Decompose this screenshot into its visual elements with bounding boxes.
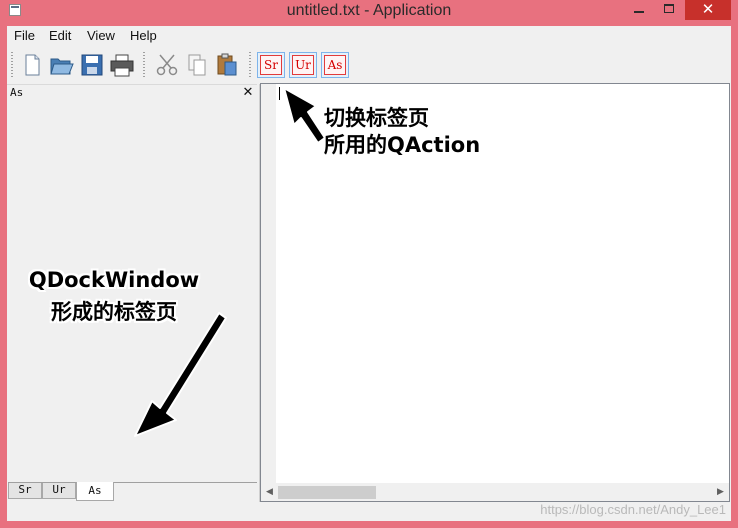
annotation-dock-line-1: QDockWindow bbox=[28, 268, 200, 292]
annotation-dock-line-2: 形成的标签页 bbox=[51, 300, 177, 324]
annotation-action-line-2: 所用的QAction bbox=[324, 133, 481, 157]
app-window: untitled.txt - Application ✕ File Edit V… bbox=[0, 0, 738, 528]
arrow-to-action bbox=[283, 87, 326, 144]
arrow-to-dock-tabs bbox=[134, 312, 227, 437]
watermark: https://blog.csdn.net/Andy_Lee1 bbox=[540, 502, 726, 517]
annotation-arrows bbox=[134, 87, 326, 437]
annotation-action-line-1: 切换标签页 bbox=[324, 106, 429, 130]
